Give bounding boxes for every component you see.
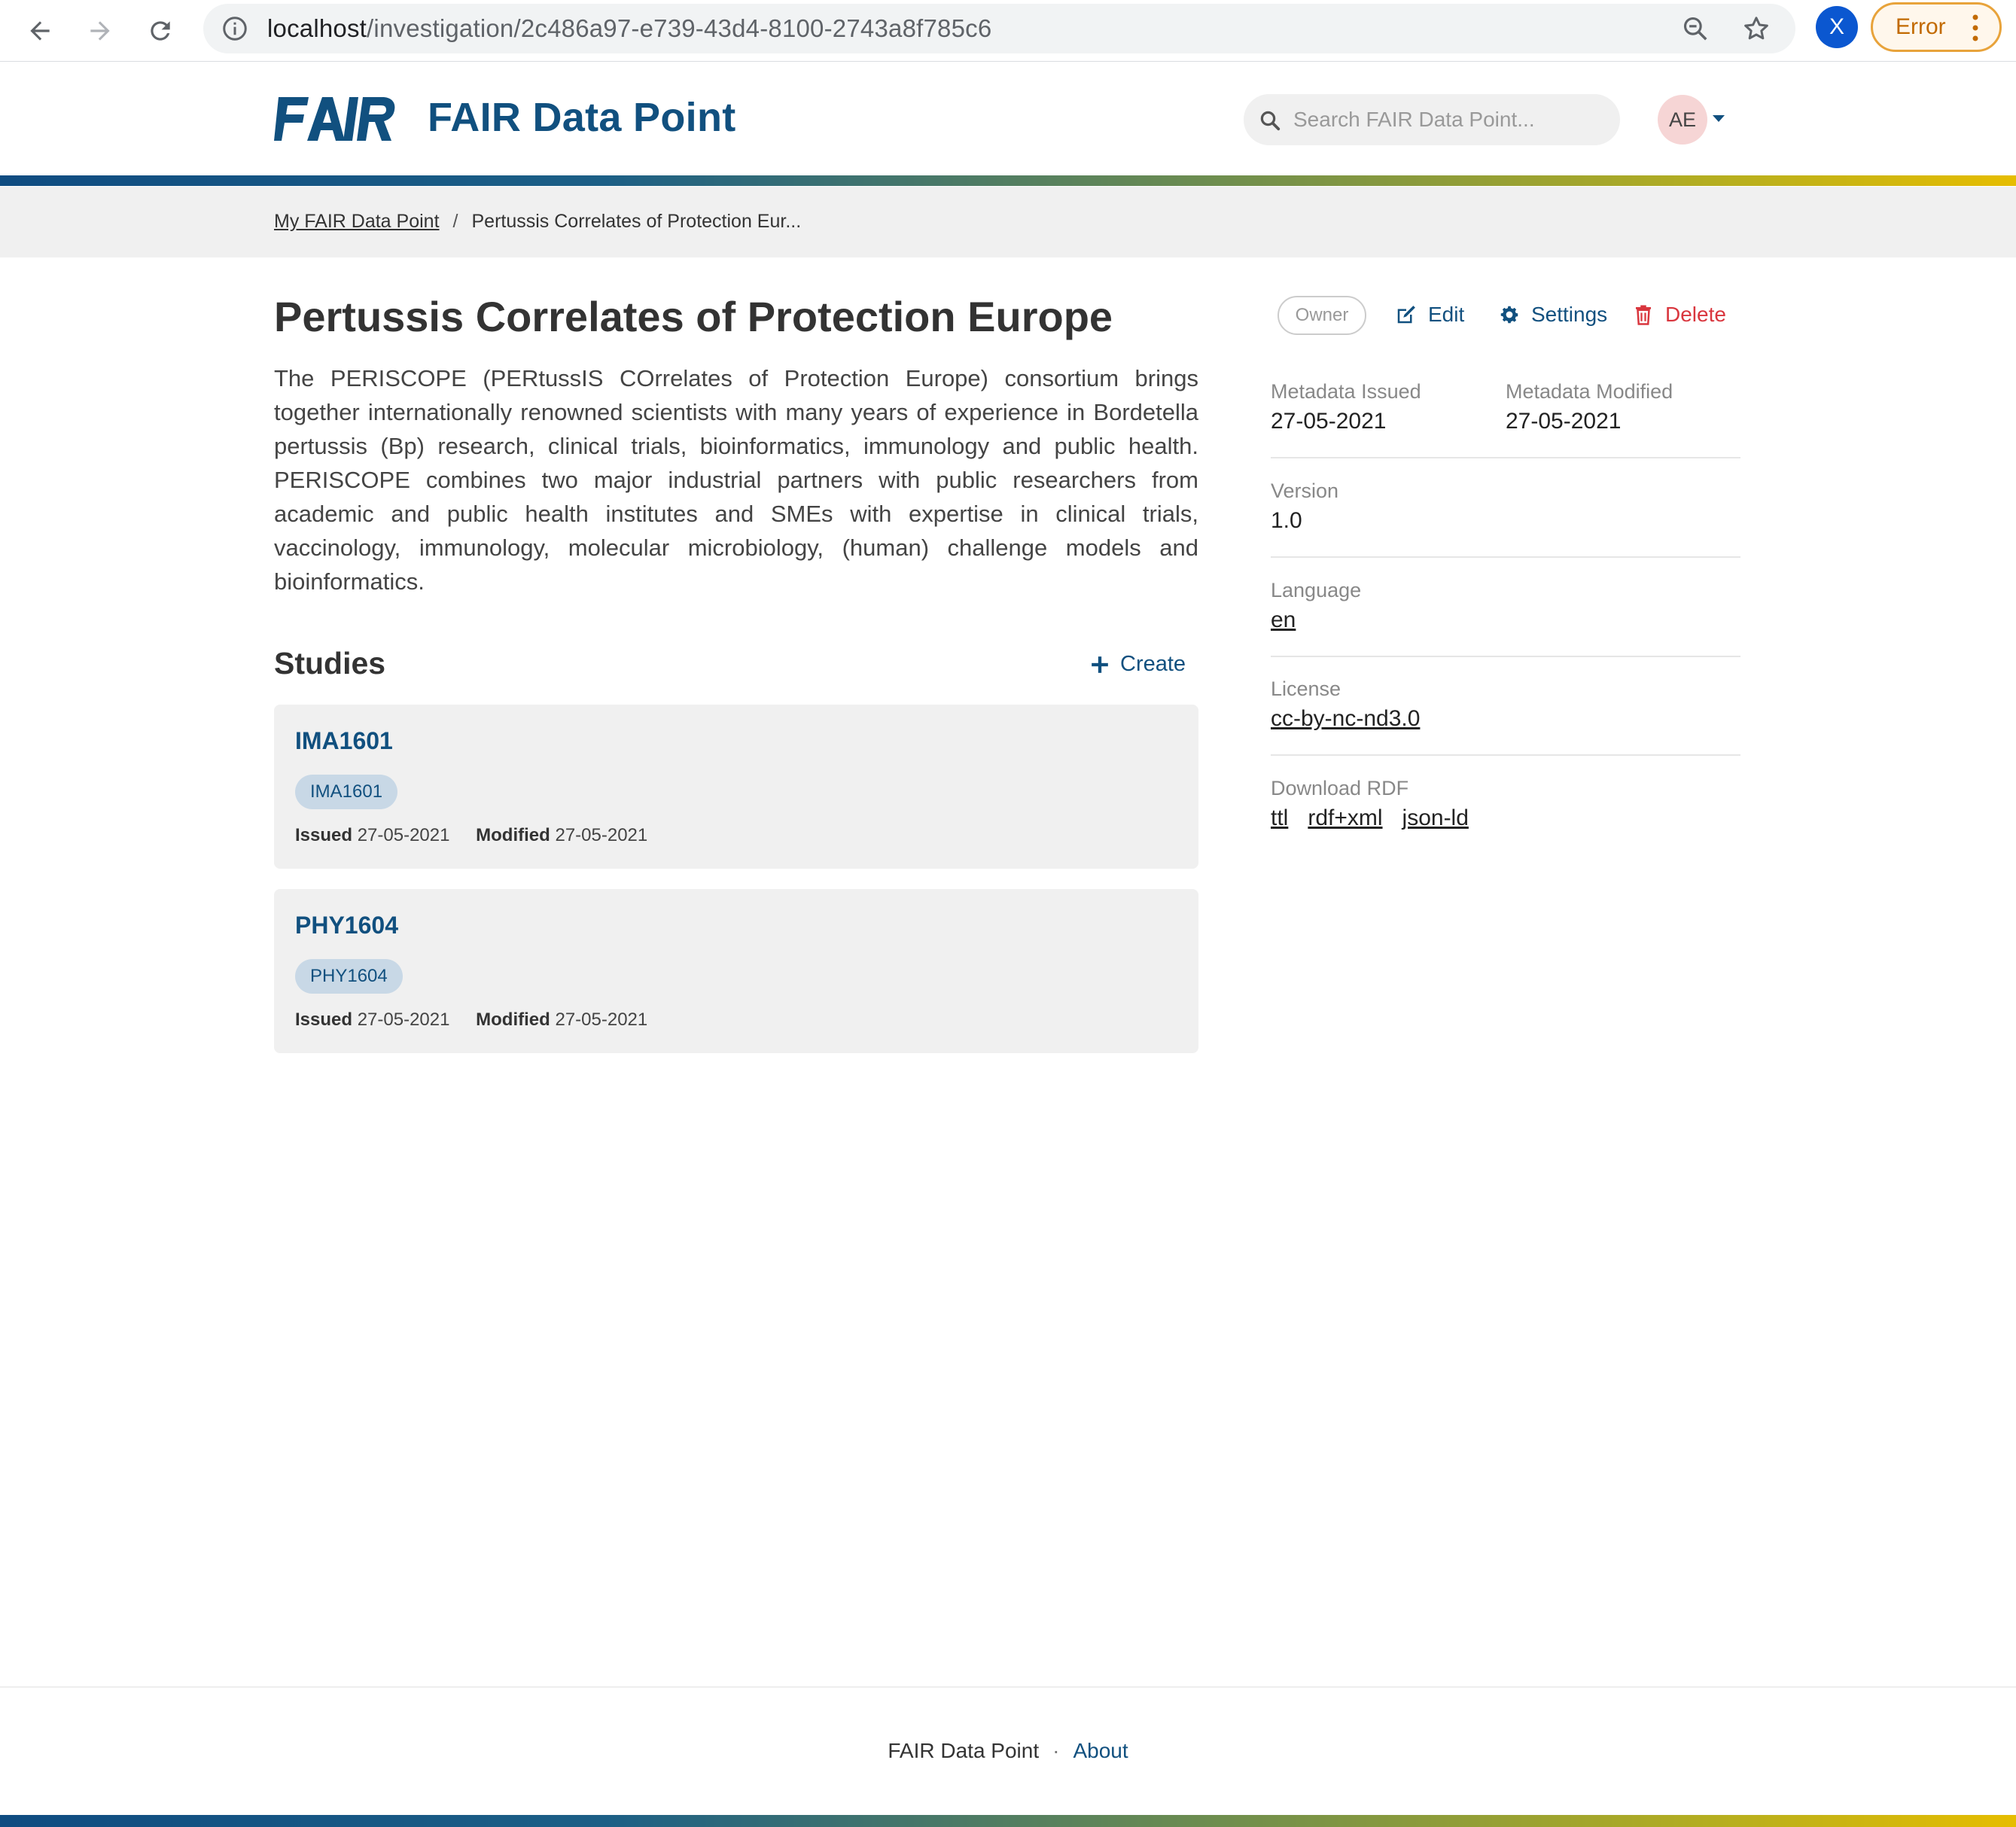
create-label: Create — [1120, 652, 1186, 676]
language-label: Language — [1271, 579, 1362, 601]
modified-date: 27-05-2021 — [555, 1009, 648, 1030]
search-input[interactable] — [1293, 102, 1602, 138]
forward-button[interactable] — [78, 9, 122, 53]
issued-label: Issued — [295, 1009, 353, 1030]
modified-label: Modified — [476, 825, 550, 845]
footer-stripe — [0, 1815, 2016, 1827]
study-title-link[interactable]: PHY1604 — [295, 912, 398, 939]
about-link[interactable]: About — [1073, 1739, 1128, 1762]
metadata-issued-label: Metadata Issued — [1271, 380, 1421, 403]
edit-label: Edit — [1428, 303, 1465, 326]
metadata-divider — [1271, 457, 1740, 458]
browser-profile-button[interactable]: X — [1816, 6, 1858, 48]
plus-icon — [1092, 656, 1108, 673]
study-tag[interactable]: IMA1601 — [295, 775, 398, 809]
search-icon — [1260, 111, 1281, 131]
edit-icon — [1397, 306, 1415, 324]
reload-icon — [151, 21, 170, 41]
study-dates: Issued 27-05-2021 Modified 27-05-2021 — [295, 825, 647, 846]
breadcrumb: My FAIR Data Point / Pertussis Correlates … — [274, 211, 801, 233]
issued-label: Issued — [295, 825, 353, 845]
breadcrumb-current: Pertussis Correlates of Protection Eur..… — [471, 211, 802, 232]
arrow-right-icon — [90, 21, 110, 41]
metadata-issued-value: 27-05-2021 — [1271, 409, 1387, 434]
license-link[interactable]: cc-by-nc-nd3.0 — [1271, 706, 1420, 731]
footer: FAIR Data Point · About — [0, 1739, 2016, 1763]
metadata-modified-label: Metadata Modified — [1506, 380, 1673, 403]
arrow-left-icon — [30, 21, 50, 41]
metadata-modified-value: 27-05-2021 — [1506, 409, 1622, 434]
info-icon[interactable] — [221, 15, 248, 42]
delete-label: Delete — [1665, 303, 1726, 326]
studies-heading: Studies — [274, 646, 386, 681]
header-stripe — [0, 175, 2016, 186]
language-value: en — [1271, 607, 1296, 633]
modified-date: 27-05-2021 — [555, 825, 648, 845]
edit-button[interactable]: Edit — [1395, 303, 1464, 327]
delete-button[interactable]: Delete — [1632, 303, 1726, 327]
study-card: IMA1601 IMA1601 Issued 27-05-2021 Modifi… — [274, 705, 1198, 869]
reload-button[interactable] — [139, 9, 182, 53]
download-ttl-link[interactable]: ttl — [1271, 805, 1288, 830]
version-label: Version — [1271, 480, 1339, 502]
study-card: PHY1604 PHY1604 Issued 27-05-2021 Modifi… — [274, 889, 1198, 1053]
fair-logo[interactable] — [274, 97, 396, 141]
footer-separator: · — [1052, 1739, 1060, 1762]
url-text[interactable]: localhost/investigation/2c486a97-e739-43… — [267, 14, 991, 43]
license-label: License — [1271, 678, 1341, 700]
footer-divider — [0, 1686, 2016, 1688]
version-value: 1.0 — [1271, 508, 1302, 533]
license-value: cc-by-nc-nd3.0 — [1271, 706, 1420, 732]
app-header: FAIR Data Point AE — [0, 62, 2016, 175]
trash-icon — [1636, 305, 1651, 325]
settings-label: Settings — [1531, 303, 1608, 326]
bookmark-star-icon[interactable] — [1741, 14, 1771, 44]
owner-badge: Owner — [1278, 296, 1366, 335]
study-tag[interactable]: PHY1604 — [295, 959, 403, 994]
download-rdfxml-link[interactable]: rdf+xml — [1308, 805, 1382, 830]
language-link[interactable]: en — [1271, 607, 1296, 632]
breadcrumb-separator: / — [452, 211, 458, 232]
download-rdf-links: ttl rdf+xml json-ld — [1271, 805, 1469, 831]
page-title: Pertussis Correlates of Protection Europ… — [274, 293, 1113, 340]
user-avatar[interactable]: AE — [1658, 95, 1707, 145]
error-label: Error — [1896, 14, 1946, 39]
browser-toolbar: localhost/investigation/2c486a97-e739-43… — [0, 0, 2016, 62]
zoom-out-icon[interactable] — [1681, 14, 1710, 43]
breadcrumb-bar: My FAIR Data Point / Pertussis Correlates … — [0, 187, 2016, 257]
footer-app-name: FAIR Data Point — [888, 1739, 1040, 1762]
investigation-description: The PERISCOPE (PERtussIS COrrelates of P… — [274, 365, 1198, 595]
gear-icon — [1500, 306, 1518, 324]
back-button[interactable] — [18, 9, 62, 53]
url-host: localhost — [267, 14, 367, 42]
metadata-divider — [1271, 656, 1740, 657]
study-title-link[interactable]: IMA1601 — [295, 727, 393, 755]
settings-button[interactable]: Settings — [1498, 303, 1607, 327]
metadata-divider — [1271, 556, 1740, 558]
more-vertical-icon — [1972, 14, 1978, 41]
issued-date: 27-05-2021 — [357, 825, 450, 845]
browser-error-button[interactable]: Error — [1871, 2, 2002, 52]
issued-date: 27-05-2021 — [357, 1009, 450, 1030]
address-bar[interactable]: localhost/investigation/2c486a97-e739-43… — [203, 4, 1795, 53]
url-path: /investigation/2c486a97-e739-43d4-8100-2… — [367, 14, 992, 42]
download-rdf-label: Download RDF — [1271, 777, 1409, 799]
download-jsonld-link[interactable]: json-ld — [1402, 805, 1469, 830]
brand-title[interactable]: FAIR Data Point — [428, 94, 736, 141]
study-dates: Issued 27-05-2021 Modified 27-05-2021 — [295, 1009, 647, 1031]
metadata-divider — [1271, 754, 1740, 756]
search-box[interactable] — [1244, 94, 1620, 145]
breadcrumb-link-home[interactable]: My FAIR Data Point — [274, 211, 440, 232]
modified-label: Modified — [476, 1009, 550, 1030]
chevron-down-icon[interactable] — [1713, 115, 1725, 122]
create-study-button[interactable]: Create — [1090, 652, 1186, 677]
